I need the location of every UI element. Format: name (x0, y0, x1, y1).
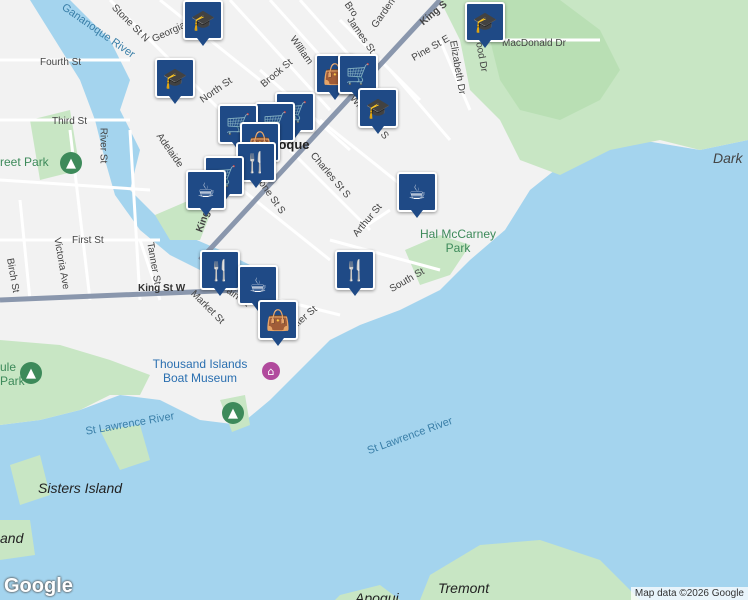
label-river-st: River St (97, 127, 109, 164)
school-icon[interactable]: 🎓 (465, 2, 505, 48)
label-first-st: First St (72, 235, 104, 246)
cafe-icon[interactable]: ☕ (238, 265, 278, 311)
label-hal-mccarney-park: Hal McCarney Park (419, 227, 497, 255)
label-thousand-islands-boat-museum: Thousand Islands Boat Museum (152, 357, 248, 385)
label-apoqui: Apoqui (355, 590, 399, 600)
label-macdonald-dr: MacDonald Dr (502, 38, 566, 49)
label-and: and (0, 530, 24, 546)
school-icon[interactable]: 🎓 (155, 58, 195, 104)
cafe-icon[interactable]: ☕ (186, 170, 226, 216)
cafe-icon[interactable]: ☕ (397, 172, 437, 218)
restaurant-icon[interactable]: 🍴 (200, 250, 240, 296)
bag-icon[interactable]: 👜 (258, 300, 298, 346)
map-attribution[interactable]: Map data ©2026 Google (630, 587, 748, 600)
label-king-st-w: King St W (138, 283, 186, 294)
label-fourth-st: Fourth St (40, 57, 82, 68)
park-icon-west: ▲ (20, 362, 42, 384)
label-tremont: Tremont (438, 580, 490, 596)
school-icon[interactable]: 🎓 (358, 88, 398, 134)
museum-icon[interactable]: ⌂ (262, 362, 280, 380)
park-icon: ▲ (60, 152, 82, 174)
label-sisters-island: Sisters Island (38, 480, 123, 496)
google-logo: Google (4, 575, 73, 597)
label-dark: Dark (713, 150, 743, 166)
school-icon[interactable]: 🎓 (183, 0, 223, 46)
label-street-park: reet Park (0, 155, 49, 169)
label-third-st: Third St (52, 116, 88, 127)
park-icon-island: ▲ (222, 402, 244, 424)
map-canvas[interactable]: Stone St N Georgiana St Bro Garden S Jam… (0, 0, 748, 600)
restaurant-icon[interactable]: 🍴 (335, 250, 375, 296)
